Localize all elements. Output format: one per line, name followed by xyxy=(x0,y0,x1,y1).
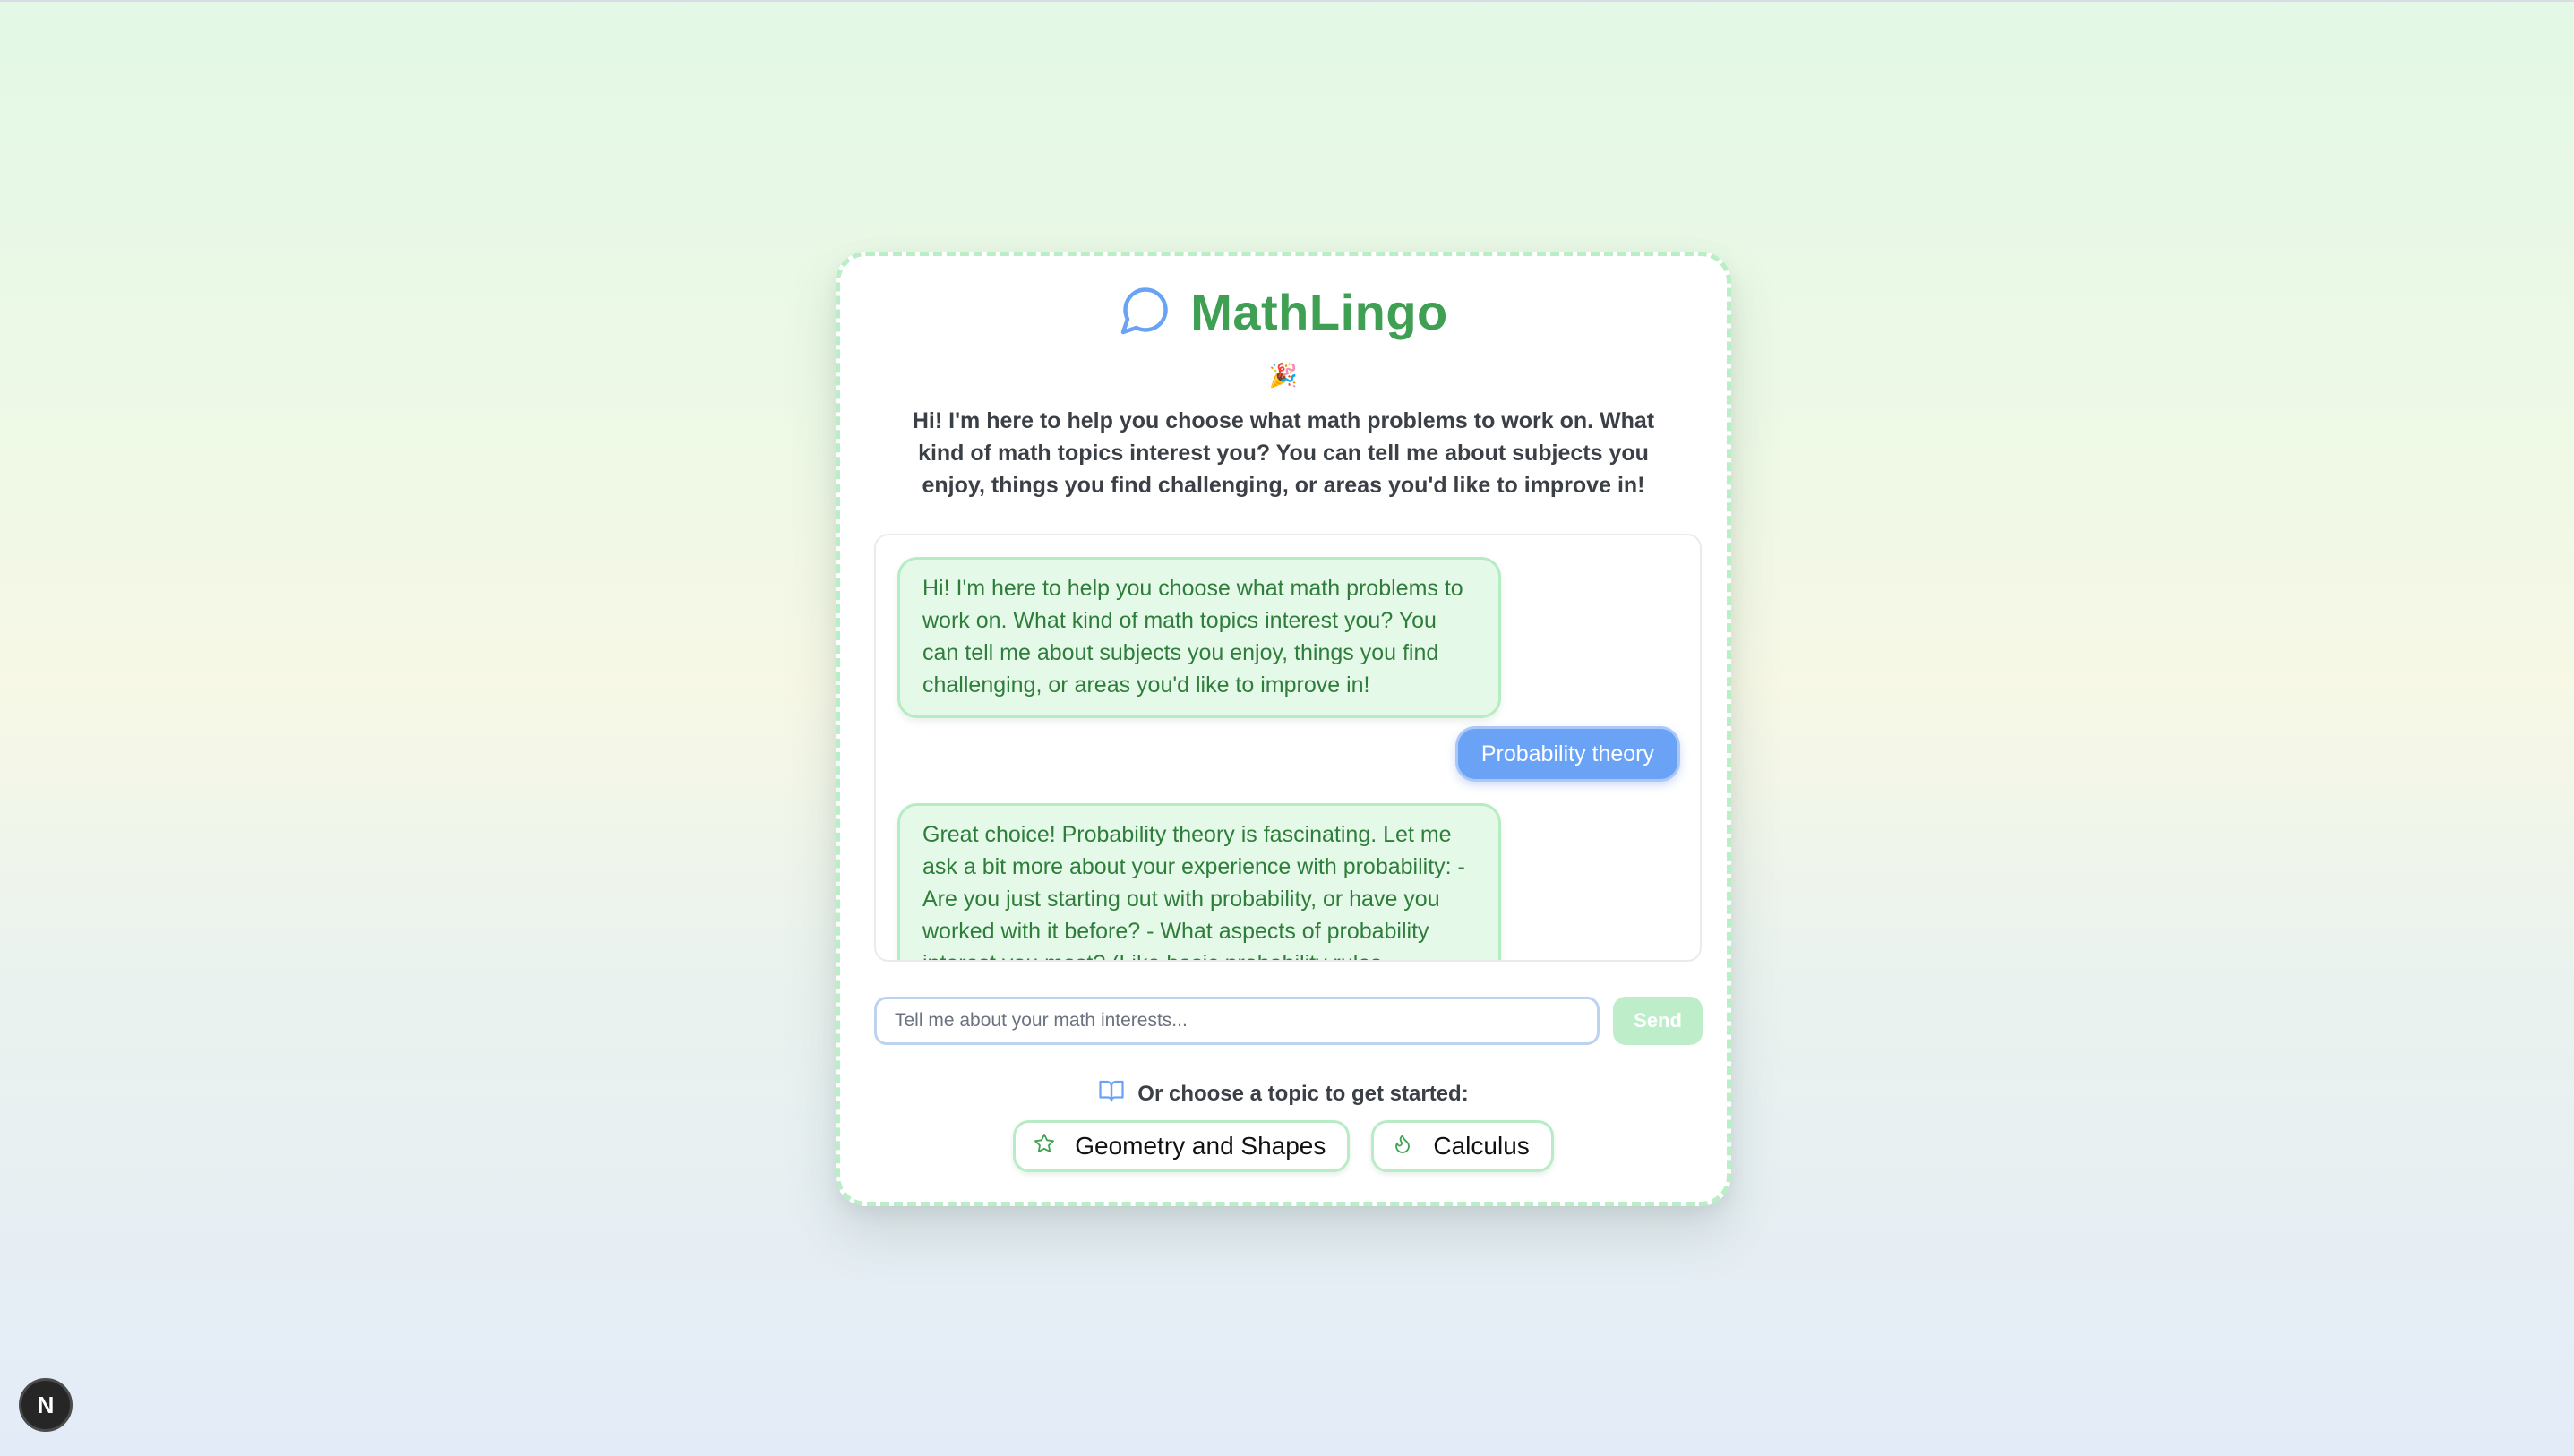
assistant-message: Great choice! Probability theory is fasc… xyxy=(897,803,1501,960)
chat-bubble-icon xyxy=(1119,283,1172,341)
assistant-message: Hi! I'm here to help you choose what mat… xyxy=(897,557,1501,718)
send-button[interactable]: Send xyxy=(1613,997,1703,1045)
dev-tools-badge[interactable]: N xyxy=(19,1378,73,1432)
party-emoji: 🎉 xyxy=(1268,362,1299,389)
topic-geometry-button[interactable]: Geometry and Shapes xyxy=(1013,1120,1351,1172)
app-title: MathLingo xyxy=(1190,284,1448,340)
flame-icon xyxy=(1392,1132,1413,1161)
star-icon xyxy=(1034,1132,1055,1161)
topic-calculus-button[interactable]: Calculus xyxy=(1371,1120,1554,1172)
composer: Send xyxy=(874,997,1703,1045)
user-message: Probability theory xyxy=(1454,726,1680,782)
header: MathLingo xyxy=(840,283,1727,341)
mathlingo-card: MathLingo 🎉 Hi! I'm here to help you cho… xyxy=(836,252,1731,1206)
message-input[interactable] xyxy=(874,997,1600,1045)
topics-heading: Or choose a topic to get started: xyxy=(840,1077,1727,1110)
topic-label: Geometry and Shapes xyxy=(1075,1132,1326,1160)
topic-list: Geometry and Shapes Calculus xyxy=(840,1120,1727,1172)
chat-window[interactable]: Hi! I'm here to help you choose what mat… xyxy=(874,534,1702,962)
intro-text: Hi! I'm here to help you choose what mat… xyxy=(912,408,1655,498)
top-border xyxy=(0,0,2574,2)
topic-label: Calculus xyxy=(1433,1132,1530,1160)
book-open-icon xyxy=(1098,1077,1125,1110)
topics-heading-label: Or choose a topic to get started: xyxy=(1137,1081,1469,1106)
